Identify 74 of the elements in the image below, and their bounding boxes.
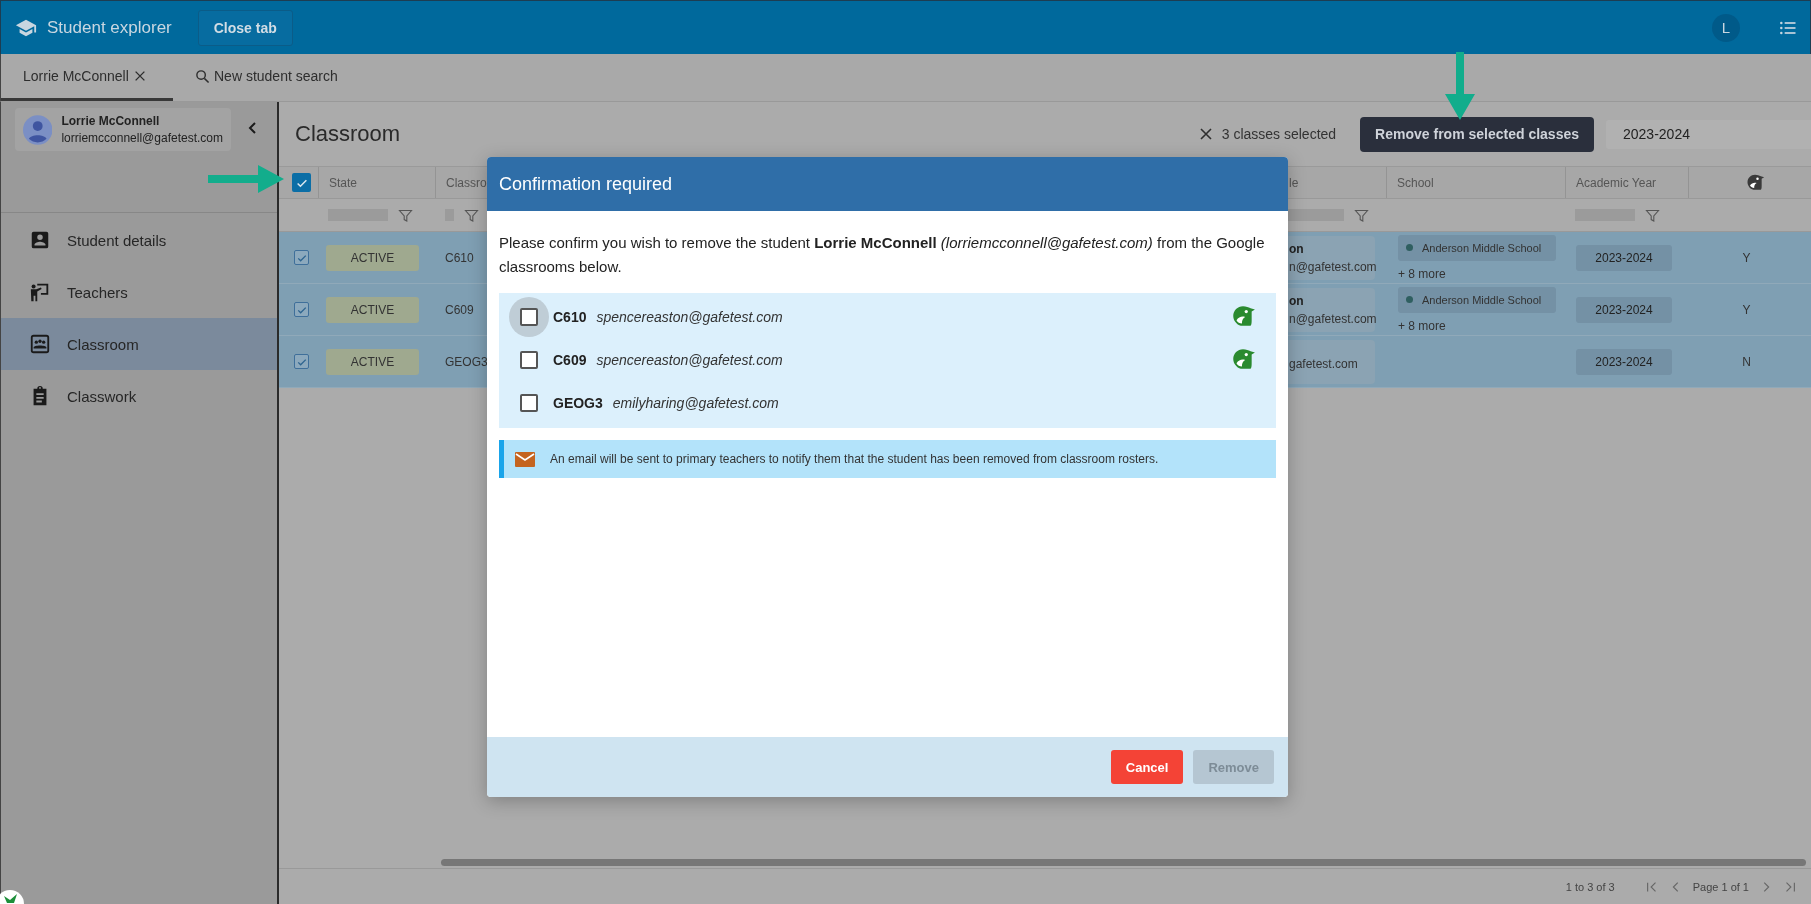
app-title: Student explorer: [47, 17, 172, 38]
teacher-email: gafetest.com: [1289, 356, 1359, 371]
teacher-name: on: [1289, 241, 1305, 256]
bird-icon: [1745, 172, 1765, 193]
teacher-email: n@gafetest.com: [1289, 259, 1375, 274]
school-tag: Anderson Middle School: [1398, 286, 1556, 313]
checkbox[interactable]: [520, 350, 538, 369]
column-header[interactable]: Classro: [446, 175, 487, 190]
checkbox[interactable]: [294, 302, 309, 317]
filter-icon[interactable]: [398, 207, 413, 223]
contact-card-icon: [29, 229, 51, 251]
state-badge: ACTIVE: [326, 296, 419, 323]
year-field[interactable]: 2023-2024: [1606, 119, 1811, 149]
more-link[interactable]: + 8 more: [1398, 266, 1446, 281]
nav-item[interactable]: Teachers: [1, 266, 277, 318]
class-code: GEOG3: [553, 394, 603, 411]
checkbox[interactable]: [292, 173, 311, 192]
student-email: lorriemcconnell@gafetest.com: [61, 131, 223, 145]
teacher-name: on: [1289, 293, 1305, 308]
dialog-message: Please confirm you wish to remove the student Lorrie McConnell (lorriemcconnell@gafetest.com) from the Google classrooms below.: [499, 233, 1266, 277]
filter-icon[interactable]: [464, 207, 479, 223]
teacher-email: n@gafetest.com: [1289, 311, 1375, 326]
table-cell-text: C609: [444, 301, 475, 319]
annotation-arrow: [1443, 50, 1477, 122]
more-link[interactable]: + 8 more: [1398, 318, 1446, 333]
teacher-email: spencereaston@gafetest.com: [596, 308, 783, 325]
tab[interactable]: New student search: [173, 54, 360, 101]
scrollbar[interactable]: [441, 858, 1806, 866]
clear-selection-icon[interactable]: [1197, 126, 1214, 142]
mail-icon: [514, 449, 536, 469]
checkbox[interactable]: [294, 354, 309, 369]
table-cell-text: N: [1741, 353, 1752, 371]
avatar-icon: [23, 114, 53, 145]
nav-item[interactable]: Classwork: [1, 370, 277, 422]
dialog-title: Confirmation required: [487, 157, 1288, 211]
checkbox[interactable]: [520, 307, 538, 326]
teacher-icon: [29, 281, 51, 303]
nav-item[interactable]: Student details: [1, 214, 277, 266]
page-title: Classroom: [295, 121, 401, 147]
search-icon: [195, 68, 210, 84]
year-badge: 2023-2024: [1576, 348, 1672, 375]
user-avatar[interactable]: L: [1712, 13, 1740, 42]
nav-item[interactable]: Classroom: [1, 318, 277, 370]
classroom-icon: [29, 333, 51, 355]
state-badge: ACTIVE: [326, 244, 419, 271]
teacher-email: spencereaston@gafetest.com: [596, 351, 783, 368]
school-tag: Anderson Middle School: [1398, 234, 1556, 261]
checkbox[interactable]: [294, 250, 309, 265]
class-code: C609: [553, 351, 587, 368]
remove-button[interactable]: Remove from selected classes: [1360, 116, 1594, 152]
close-tab-button[interactable]: Close tab: [197, 9, 293, 46]
filter-field[interactable]: [1287, 209, 1344, 221]
column-header[interactable]: State: [329, 175, 358, 190]
filter-icon[interactable]: [1645, 207, 1660, 223]
class-code: C610: [553, 308, 587, 325]
column-header[interactable]: School: [1397, 175, 1434, 190]
year-badge: 2023-2024: [1576, 296, 1672, 323]
table-cell-text: GEOG3: [444, 353, 487, 371]
info-text: An email will be sent to primary teachers to notify them that the student has been removed from classroom rosters.: [550, 452, 1159, 466]
teacher-email: emilyharing@gafetest.com: [612, 394, 779, 411]
table-cell-text: C610: [444, 249, 475, 267]
checkbox[interactable]: [520, 393, 538, 412]
filter-icon[interactable]: [1354, 207, 1369, 223]
row-count: 1 to 3 of 3: [1565, 880, 1615, 893]
page-indicator: Page 1 of 1: [1692, 880, 1749, 893]
state-badge: ACTIVE: [326, 348, 419, 375]
table-cell-text: Y: [1741, 249, 1752, 267]
year-badge: 2023-2024: [1576, 244, 1672, 271]
column-header[interactable]: le: [1289, 175, 1299, 190]
cancel-button[interactable]: Cancel: [1110, 750, 1184, 784]
column-header[interactable]: Academic Year: [1576, 175, 1657, 190]
table-cell-text: Y: [1741, 301, 1752, 319]
student-name: Lorrie McConnell: [61, 114, 161, 128]
selection-count: 3 classes selected: [1221, 126, 1337, 142]
